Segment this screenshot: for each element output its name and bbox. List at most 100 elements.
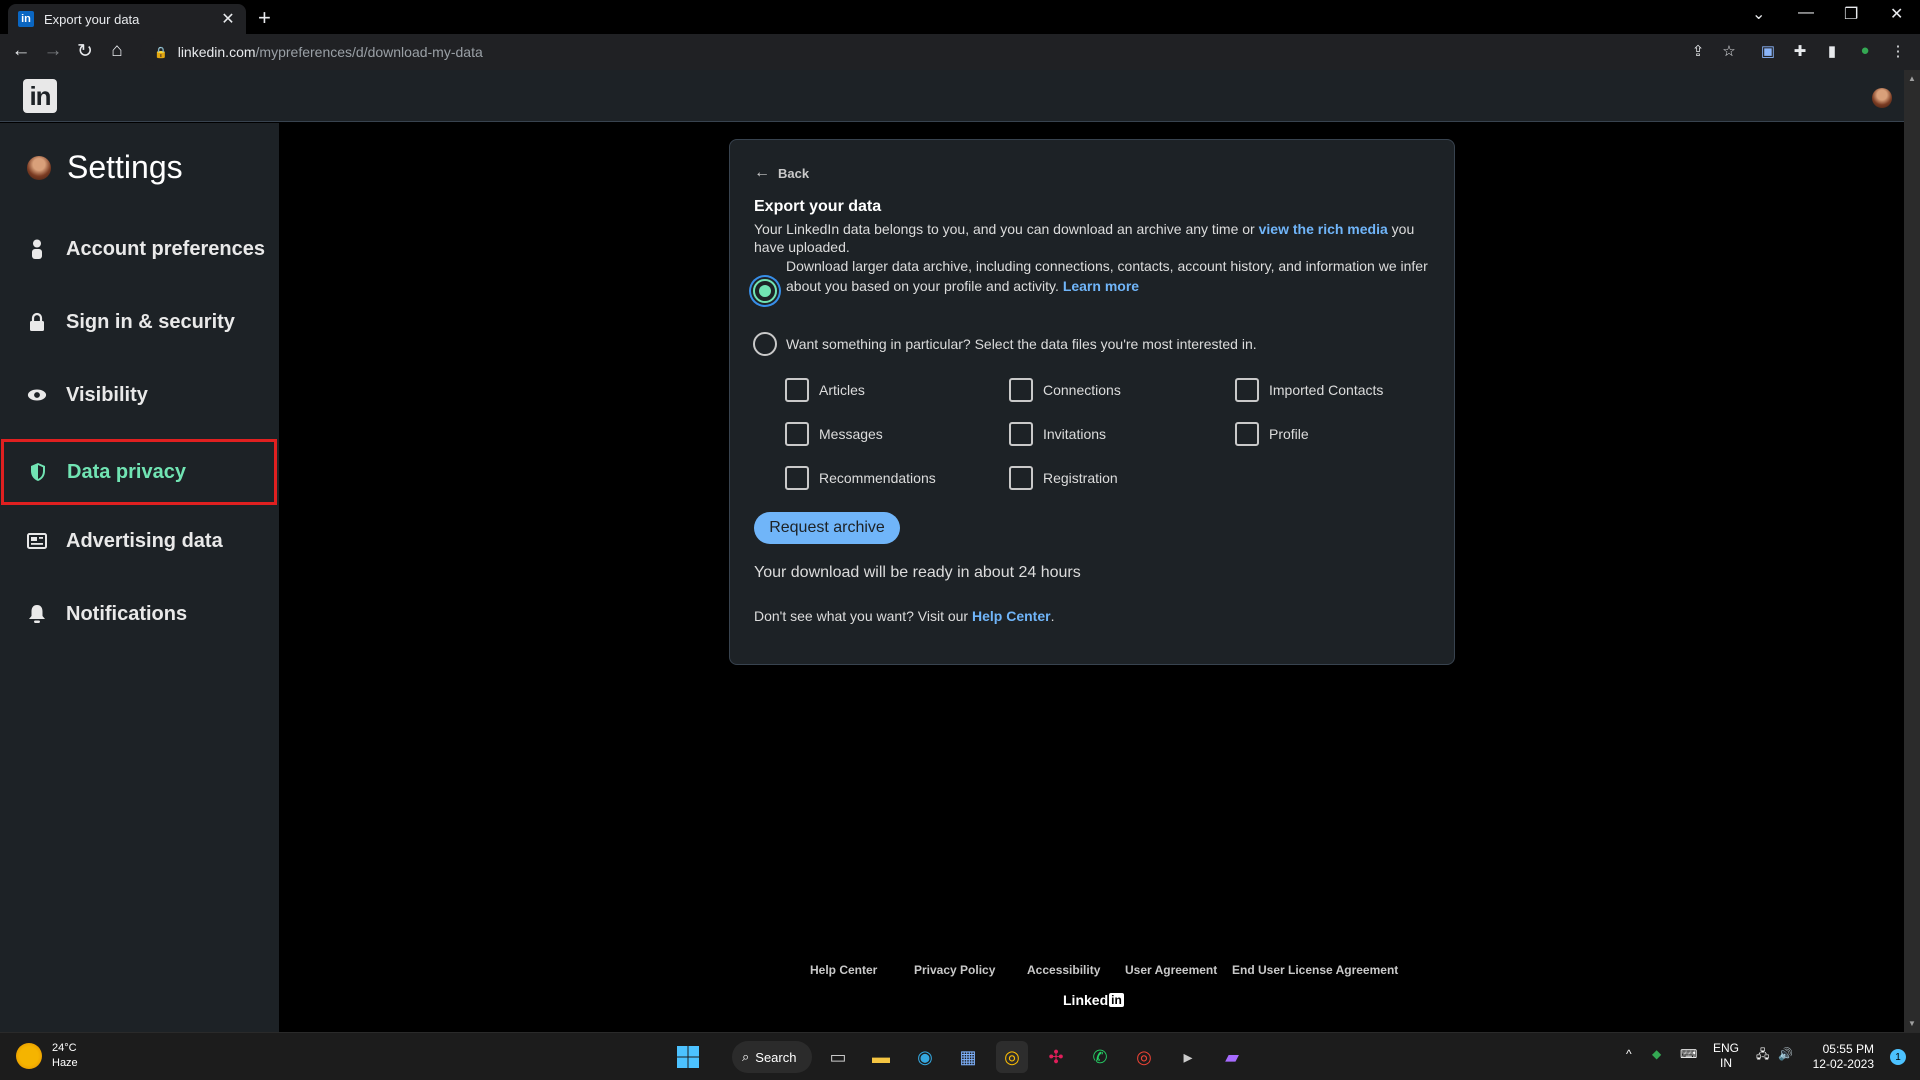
network-icon[interactable]: 🖧 [1756, 1047, 1769, 1062]
back-arrow-icon: ← [754, 164, 770, 181]
checkbox-recommendations[interactable]: Recommendations [785, 466, 936, 490]
checkbox-articles[interactable]: Articles [785, 378, 865, 402]
bookmark-star-icon[interactable]: ☆ [1719, 42, 1739, 60]
checkbox-box[interactable] [1235, 378, 1259, 402]
forward-arrow-icon[interactable]: → [41, 40, 65, 62]
sidebar-item-data-privacy[interactable]: Data privacy [1, 439, 277, 505]
checkbox-box[interactable] [1235, 422, 1259, 446]
checkbox-box[interactable] [785, 466, 809, 490]
sidebar-item-sign-in-security[interactable]: Sign in & security [0, 289, 279, 355]
volume-icon[interactable]: 🔊 [1778, 1047, 1793, 1062]
home-icon[interactable]: ⌂ [105, 40, 129, 62]
chrome-menu-icon[interactable]: ⋮ [1888, 42, 1908, 60]
linkedin-favicon-icon: in [18, 11, 34, 27]
sidebar-item-label: Sign in & security [66, 310, 235, 333]
weather-sun-icon [16, 1043, 42, 1069]
footer-linkedin-logo: Linked in [1063, 992, 1124, 1008]
clock-time: 05:55 PM [1822, 1042, 1874, 1056]
translate-extension-icon[interactable]: ▣ [1758, 42, 1778, 60]
back-arrow-icon[interactable]: ← [9, 40, 33, 62]
linkedin-header: in [0, 70, 1904, 122]
checkbox-box[interactable] [1009, 466, 1033, 490]
sidebar-item-visibility[interactable]: Visibility [0, 362, 279, 428]
checkbox-box[interactable] [1009, 378, 1033, 402]
windows-taskbar: 24°C Haze ⌕ Search ▭ ▬ ◉ ▦ ◎ ✣ ✆ ◎ ▸ ▰ ^… [0, 1032, 1920, 1080]
larger-archive-text: Download larger data archive, including … [786, 256, 1442, 296]
weather-widget[interactable]: 24°C Haze [16, 1041, 78, 1071]
clock-date: 12-02-2023 [1812, 1057, 1874, 1071]
sidebar-item-advertising-data[interactable]: Advertising data [0, 508, 279, 574]
bell-icon [27, 604, 47, 624]
share-icon[interactable]: ⇪ [1688, 42, 1708, 60]
task-view-icon[interactable]: ▭ [822, 1041, 854, 1073]
larger-archive-radio[interactable] [753, 279, 777, 303]
view-rich-media-link[interactable]: view the rich media [1259, 221, 1388, 237]
close-tab-icon[interactable]: ✕ [220, 9, 236, 29]
linkedin-logo-icon[interactable]: in [23, 79, 57, 113]
edge-browser-icon[interactable]: ◉ [909, 1041, 941, 1073]
chrome-profile-icon[interactable]: ◎ [1128, 1041, 1160, 1073]
windows-start-icon[interactable] [672, 1041, 704, 1073]
checkbox-box[interactable] [1009, 422, 1033, 446]
profile-icon[interactable]: ● [1855, 42, 1875, 59]
slack-icon[interactable]: ✣ [1040, 1041, 1072, 1073]
footer-eula-link[interactable]: End User License Agreement [1232, 963, 1398, 977]
restore-button[interactable]: ❐ [1844, 4, 1858, 24]
checkbox-invitations[interactable]: Invitations [1009, 422, 1106, 446]
checkbox-connections[interactable]: Connections [1009, 378, 1121, 402]
particular-files-radio[interactable] [753, 332, 777, 356]
checkbox-messages[interactable]: Messages [785, 422, 883, 446]
side-panel-icon[interactable]: ▮ [1822, 42, 1842, 60]
sidebar-item-account-preferences[interactable]: Account preferences [0, 216, 279, 282]
checkbox-label: Recommendations [819, 470, 936, 486]
taskbar-clock[interactable]: 05:55 PM 12-02-2023 [1813, 1042, 1874, 1072]
extensions-puzzle-icon[interactable]: ✚ [1790, 42, 1810, 60]
microsoft-store-icon[interactable]: ▦ [952, 1041, 984, 1073]
checkbox-registration[interactable]: Registration [1009, 466, 1118, 490]
close-window-button[interactable]: ✕ [1890, 4, 1903, 24]
footer-accessibility-link[interactable]: Accessibility [1027, 963, 1100, 977]
footer-help-center-link[interactable]: Help Center [810, 963, 877, 977]
clipchamp-icon[interactable]: ▰ [1216, 1041, 1248, 1073]
sidebar-item-notifications[interactable]: Notifications [0, 581, 279, 647]
checkbox-label: Articles [819, 382, 865, 398]
page-scrollbar[interactable]: ▲ ▼ [1904, 70, 1920, 1032]
help-text-end: . [1050, 608, 1055, 624]
new-tab-button[interactable]: + [258, 5, 271, 31]
reload-icon[interactable]: ↻ [73, 40, 97, 63]
checkbox-imported-contacts[interactable]: Imported Contacts [1235, 378, 1383, 402]
sidebar-item-label: Data privacy [67, 460, 186, 483]
address-bar[interactable]: 🔒 linkedin.com/mypreferences/d/download-… [140, 38, 1730, 66]
footer-links: Help Center Privacy Policy Accessibility… [0, 963, 1904, 983]
whatsapp-icon[interactable]: ✆ [1084, 1041, 1116, 1073]
footer-brand-text: Linked [1063, 992, 1109, 1008]
language-indicator[interactable]: ENG IN [1713, 1041, 1739, 1071]
back-link[interactable]: ← Back [754, 164, 809, 182]
request-archive-button[interactable]: Request archive [754, 512, 900, 544]
minimize-button[interactable]: — [1798, 4, 1814, 22]
checkbox-profile[interactable]: Profile [1235, 422, 1309, 446]
checkbox-label: Connections [1043, 382, 1121, 398]
taskbar-search-button[interactable]: ⌕ Search [732, 1041, 812, 1073]
checkbox-box[interactable] [785, 422, 809, 446]
notification-badge[interactable]: 1 [1890, 1049, 1906, 1065]
footer-user-agreement-link[interactable]: User Agreement [1125, 963, 1217, 977]
learn-more-link[interactable]: Learn more [1063, 278, 1139, 294]
footer-privacy-policy-link[interactable]: Privacy Policy [914, 963, 995, 977]
sidebar-item-label: Visibility [66, 383, 148, 406]
avatar[interactable] [1872, 88, 1892, 108]
scroll-down-icon[interactable]: ▼ [1908, 1019, 1916, 1028]
scroll-up-icon[interactable]: ▲ [1908, 74, 1916, 83]
tab-title: Export your data [44, 11, 140, 27]
tab-search-icon[interactable]: ⌄ [1752, 4, 1765, 24]
tray-chevron-icon[interactable]: ^ [1626, 1047, 1632, 1062]
security-tray-icon[interactable]: ◆ [1652, 1047, 1661, 1062]
help-center-link[interactable]: Help Center [972, 608, 1051, 624]
file-explorer-icon[interactable]: ▬ [865, 1041, 897, 1073]
chrome-icon[interactable]: ◎ [996, 1041, 1028, 1073]
checkbox-box[interactable] [785, 378, 809, 402]
keyboard-icon[interactable]: ⌨ [1680, 1047, 1697, 1062]
browser-tab[interactable]: in Export your data ✕ [8, 4, 246, 34]
terminal-icon[interactable]: ▸ [1172, 1041, 1204, 1073]
weather-condition: Haze [52, 1057, 78, 1069]
